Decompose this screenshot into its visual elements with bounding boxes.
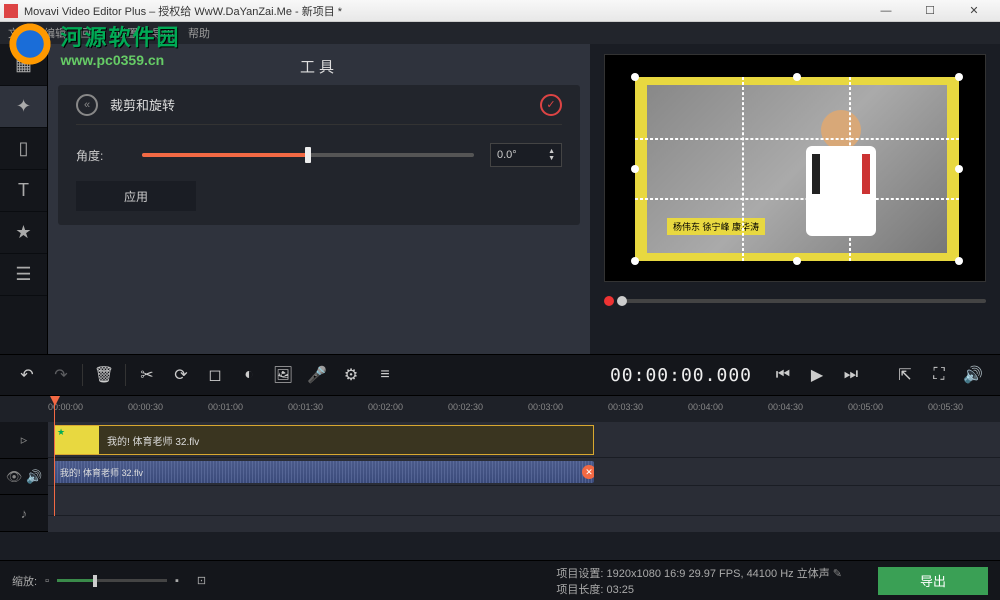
ruler-tick: 00:05:30 <box>928 402 963 412</box>
maximize-button[interactable]: ☐ <box>908 1 952 21</box>
crop-rotate-panel: « 裁剪和旋转 ✓ 角度: 0.0° ▲▼ 应用 <box>58 85 580 225</box>
ruler-tick: 00:04:00 <box>688 402 723 412</box>
apply-button[interactable]: 应用 <box>76 181 196 211</box>
preview-canvas[interactable]: 杨伟东 徐宁峰 康华涛 <box>604 54 986 282</box>
ruler-tick: 00:03:00 <box>528 402 563 412</box>
rotate-button[interactable]: ⟳ <box>164 360 198 390</box>
zoom-slider[interactable] <box>57 579 167 582</box>
duration-value: 03:25 <box>607 584 635 596</box>
volume-button[interactable]: 🔊 <box>956 360 990 390</box>
color-button[interactable]: ◐ <box>232 360 266 390</box>
clip-thumbnail <box>55 426 99 454</box>
menu-bar: 文件 编辑 回放 设置 导出 帮助 <box>0 22 1000 44</box>
export-button[interactable]: 导出 <box>878 567 988 595</box>
left-sidebar: ▦ ✦ ▯ T ★ ☰ <box>0 44 48 354</box>
playhead[interactable] <box>54 396 55 516</box>
angle-slider[interactable] <box>142 153 474 157</box>
angle-spinner[interactable]: ▲▼ <box>548 148 555 162</box>
adjust-button[interactable]: ≡ <box>368 360 402 390</box>
minimize-button[interactable]: — <box>864 1 908 21</box>
properties-button[interactable]: ⚙ <box>334 360 368 390</box>
panel-title: 裁剪和旋转 <box>110 95 175 114</box>
audio-clip[interactable]: 我的! 体育老师 32.flv ✕ <box>54 461 594 483</box>
project-settings-label: 项目设置: <box>556 568 603 580</box>
popout-button[interactable]: ⇱ <box>888 360 922 390</box>
ruler-tick: 00:01:00 <box>208 402 243 412</box>
redo-button[interactable]: ↷ <box>44 360 78 390</box>
preview-seek-bar[interactable] <box>622 299 986 303</box>
fullscreen-button[interactable]: ⛶ <box>922 360 956 390</box>
next-frame-button[interactable]: ⏭ <box>834 360 868 390</box>
ruler-tick: 00:00:30 <box>128 402 163 412</box>
window-title: Movavi Video Editor Plus – 授权给 WwW.DaYan… <box>24 3 864 19</box>
cut-button[interactable]: ✂ <box>130 360 164 390</box>
mic-button[interactable]: 🎤 <box>300 360 334 390</box>
sidebar-media-icon[interactable]: ▦ <box>0 44 47 86</box>
timecode-display: 00:00:00.000 <box>610 365 752 386</box>
ruler-tick: 00:01:30 <box>288 402 323 412</box>
close-button[interactable]: ✕ <box>952 1 996 21</box>
undo-button[interactable]: ↶ <box>10 360 44 390</box>
sidebar-filters-icon[interactable]: ✦ <box>0 86 47 128</box>
sidebar-transitions-icon[interactable]: ▯ <box>0 128 47 170</box>
ruler-tick: 00:02:00 <box>368 402 403 412</box>
audio-clip-label: 我的! 体育老师 32.flv <box>60 466 143 479</box>
zoom-in-icon[interactable]: ▪ <box>175 575 179 587</box>
menu-playback[interactable]: 回放 <box>80 25 102 41</box>
play-button[interactable]: ▶ <box>800 360 834 390</box>
video-track-toggle[interactable]: ▹ <box>0 422 48 459</box>
sidebar-titles-icon[interactable]: T <box>0 170 47 212</box>
image-button[interactable]: 🖼 <box>266 360 300 390</box>
duration-label: 项目长度: <box>556 584 603 596</box>
timeline-ruler[interactable]: 00:00:0000:00:3000:01:0000:01:3000:02:00… <box>0 396 1000 422</box>
menu-edit[interactable]: 编辑 <box>44 25 66 41</box>
zoom-label: 缩放: <box>12 573 37 589</box>
delete-button[interactable]: 🗑 <box>87 360 121 390</box>
video-clip[interactable]: 我的! 体育老师 32.flv <box>54 425 594 455</box>
menu-settings[interactable]: 设置 <box>116 25 138 41</box>
prev-frame-button[interactable]: ⏮ <box>766 360 800 390</box>
menu-help[interactable]: 帮助 <box>188 25 210 41</box>
fit-timeline-icon[interactable]: ⊡ <box>197 574 206 587</box>
confirm-button[interactable]: ✓ <box>540 94 562 116</box>
angle-value: 0.0° <box>497 149 517 161</box>
ruler-tick: 00:04:30 <box>768 402 803 412</box>
crop-button[interactable]: ◻ <box>198 360 232 390</box>
unlink-audio-icon[interactable]: ✕ <box>582 465 594 479</box>
music-track-toggle[interactable]: ♪ <box>0 495 48 532</box>
crop-frame[interactable]: 杨伟东 徐宁峰 康华涛 <box>635 77 959 261</box>
sidebar-stickers-icon[interactable]: ★ <box>0 212 47 254</box>
back-button[interactable]: « <box>76 94 98 116</box>
project-settings-value: 1920x1080 16:9 29.97 FPS, 44100 Hz 立体声 <box>607 568 830 580</box>
zoom-out-icon[interactable]: ▫ <box>45 575 49 587</box>
app-icon <box>4 4 18 18</box>
ruler-tick: 00:05:00 <box>848 402 883 412</box>
menu-file[interactable]: 文件 <box>8 25 30 41</box>
sidebar-more-icon[interactable]: ☰ <box>0 254 47 296</box>
audio-track-toggle[interactable]: 👁 🔊 <box>0 459 48 496</box>
edit-settings-icon[interactable]: ✎ <box>833 568 842 580</box>
record-indicator-icon <box>604 296 614 306</box>
angle-label: 角度: <box>76 147 126 164</box>
video-clip-label: 我的! 体育老师 32.flv <box>107 433 199 448</box>
tools-header: 工具 <box>48 44 590 85</box>
angle-input[interactable]: 0.0° ▲▼ <box>490 143 562 167</box>
ruler-tick: 00:03:30 <box>608 402 643 412</box>
ruler-tick: 00:02:30 <box>448 402 483 412</box>
menu-export[interactable]: 导出 <box>152 25 174 41</box>
